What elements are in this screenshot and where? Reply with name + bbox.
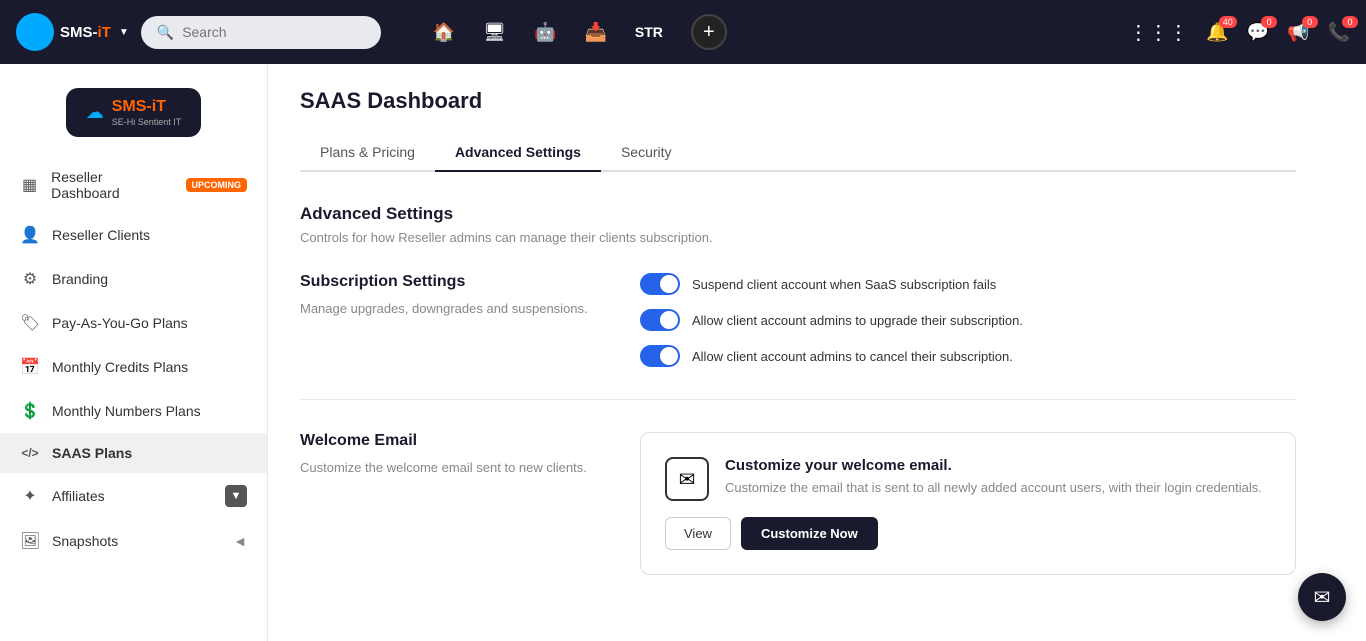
grid-icon[interactable]: ⋮⋮⋮ [1128, 20, 1188, 45]
tab-advanced-settings[interactable]: Advanced Settings [435, 134, 601, 172]
nav-center-icons: 🏠 🖥 🤖 📥 STR + [433, 14, 727, 50]
welcome-card: ✉ Customize your welcome email. Customiz… [640, 432, 1296, 575]
search-icon: 🔍 [157, 24, 174, 41]
cancel-toggle[interactable] [640, 345, 680, 367]
tab-security[interactable]: Security [601, 134, 692, 172]
sidebar-item-monthly-numbers[interactable]: 💲 Monthly Numbers Plans [0, 389, 267, 433]
sidebar-item-affiliates[interactable]: ✦ Affiliates ▼ [0, 473, 267, 519]
upgrade-label: Allow client account admins to upgrade t… [692, 313, 1023, 328]
sidebar-logo: ☁ SMS-iT SE-Hi Sentient IT [0, 80, 267, 157]
advanced-settings-desc: Controls for how Reseller admins can man… [300, 230, 1296, 245]
dashboard-icon: ▦ [20, 175, 39, 195]
affiliates-icon: ✦ [20, 486, 40, 506]
sidebar-item-label: Monthly Credits Plans [52, 359, 188, 375]
customize-now-button[interactable]: Customize Now [741, 517, 878, 550]
welcome-card-title: Customize your welcome email. [725, 457, 1262, 474]
monitor-icon[interactable]: 🖥 [483, 22, 506, 43]
home-icon[interactable]: 🏠 [433, 22, 455, 43]
payg-icon: 🏷 [20, 313, 40, 333]
cancel-label: Allow client account admins to cancel th… [692, 349, 1013, 364]
sidebar-item-reseller-clients[interactable]: 👤 Reseller Clients [0, 213, 267, 257]
top-navigation: SMS-iT ▼ 🔍 🏠 🖥 🤖 📥 STR + ⋮⋮⋮ 🔔 40 💬 0 📢 … [0, 0, 1366, 64]
upcoming-badge: UPCOMING [186, 178, 248, 192]
sidebar-item-saas-plans[interactable]: </> SAAS Plans [0, 433, 267, 473]
tab-plans-pricing[interactable]: Plans & Pricing [300, 134, 435, 172]
chat-icon[interactable]: 💬 0 [1247, 22, 1269, 43]
subscription-section: Subscription Settings Manage upgrades, d… [300, 273, 1296, 400]
chat-fab-icon: ✉ [1314, 585, 1331, 610]
search-input[interactable] [182, 24, 365, 40]
suspend-toggle[interactable] [640, 273, 680, 295]
sidebar-logo-text: SMS-iT [112, 98, 182, 116]
branding-icon: ⚙ [20, 269, 40, 289]
toggle-row-upgrade: Allow client account admins to upgrade t… [640, 309, 1296, 331]
robot-icon[interactable]: 🤖 [534, 22, 556, 43]
sidebar-cloud-icon: ☁ [86, 102, 104, 123]
sidebar-item-snapshots[interactable]: 🖼 Snapshots ◄ [0, 519, 267, 563]
clients-icon: 👤 [20, 225, 40, 245]
sidebar-item-payg[interactable]: 🏷 Pay-As-You-Go Plans [0, 301, 267, 345]
subscription-desc: Manage upgrades, downgrades and suspensi… [300, 299, 600, 319]
welcome-email-title: Welcome Email [300, 432, 600, 450]
upgrade-toggle[interactable] [640, 309, 680, 331]
phone-badge: 0 [1342, 16, 1358, 28]
sidebar-item-label: SAAS Plans [52, 445, 132, 461]
sidebar-item-label: Snapshots [52, 533, 118, 549]
tabs: Plans & Pricing Advanced Settings Securi… [300, 134, 1296, 172]
sidebar: ☁ SMS-iT SE-Hi Sentient IT ▦ Reseller Da… [0, 64, 268, 641]
sidebar-item-label: Branding [52, 271, 108, 287]
toggle-row-suspend: Suspend client account when SaaS subscri… [640, 273, 1296, 295]
sidebar-item-label: Affiliates [52, 488, 105, 504]
brand-name: SMS-iT [60, 24, 111, 41]
page-title: SAAS Dashboard [300, 88, 1296, 114]
sidebar-item-label: Monthly Numbers Plans [52, 403, 201, 419]
advanced-settings-title: Advanced Settings [300, 204, 1296, 224]
welcome-email-desc: Customize the welcome email sent to new … [300, 458, 600, 478]
sidebar-item-branding[interactable]: ⚙ Branding [0, 257, 267, 301]
subscription-title: Subscription Settings [300, 273, 600, 291]
sidebar-item-label: Reseller Dashboard [51, 169, 169, 201]
advanced-settings-header: Advanced Settings Controls for how Resel… [300, 204, 1296, 245]
numbers-icon: 💲 [20, 401, 40, 421]
str-label[interactable]: STR [635, 24, 663, 40]
main-content: SAAS Dashboard Plans & Pricing Advanced … [268, 64, 1366, 641]
bell-badge: 40 [1219, 16, 1237, 28]
phone-icon[interactable]: 📞 0 [1328, 22, 1350, 43]
affiliates-chevron[interactable]: ▼ [225, 485, 247, 507]
sidebar-item-label: Pay-As-You-Go Plans [52, 315, 188, 331]
saas-icon: </> [20, 446, 40, 460]
brand-circle [16, 13, 54, 51]
chat-fab-button[interactable]: ✉ [1298, 573, 1346, 621]
app-layout: ☁ SMS-iT SE-Hi Sentient IT ▦ Reseller Da… [0, 64, 1366, 641]
toggle-row-cancel: Allow client account admins to cancel th… [640, 345, 1296, 367]
sidebar-item-label: Reseller Clients [52, 227, 150, 243]
welcome-card-desc: Customize the email that is sent to all … [725, 478, 1262, 498]
collapse-icon[interactable]: ◄ [233, 533, 247, 549]
chat-badge: 0 [1261, 16, 1277, 28]
credits-icon: 📅 [20, 357, 40, 377]
megaphone-badge: 0 [1302, 16, 1318, 28]
megaphone-icon[interactable]: 📢 0 [1287, 22, 1309, 43]
brand-chevron: ▼ [119, 27, 129, 38]
sidebar-item-monthly-credits[interactable]: 📅 Monthly Credits Plans [0, 345, 267, 389]
add-button[interactable]: + [691, 14, 727, 50]
search-bar[interactable]: 🔍 [141, 16, 381, 49]
welcome-email-section: Welcome Email Customize the welcome emai… [300, 432, 1296, 607]
sidebar-item-reseller-dashboard[interactable]: ▦ Reseller Dashboard UPCOMING [0, 157, 267, 213]
nav-right-icons: ⋮⋮⋮ 🔔 40 💬 0 📢 0 📞 0 [1128, 20, 1350, 45]
view-button[interactable]: View [665, 517, 731, 550]
snapshots-icon: 🖼 [20, 531, 40, 551]
bell-icon[interactable]: 🔔 40 [1206, 22, 1228, 43]
brand-logo[interactable]: SMS-iT ▼ [16, 13, 129, 51]
sidebar-logo-sub: SE-Hi Sentient IT [112, 117, 182, 127]
suspend-label: Suspend client account when SaaS subscri… [692, 277, 996, 292]
email-icon: ✉ [665, 457, 709, 501]
inbox-icon[interactable]: 📥 [584, 22, 606, 43]
